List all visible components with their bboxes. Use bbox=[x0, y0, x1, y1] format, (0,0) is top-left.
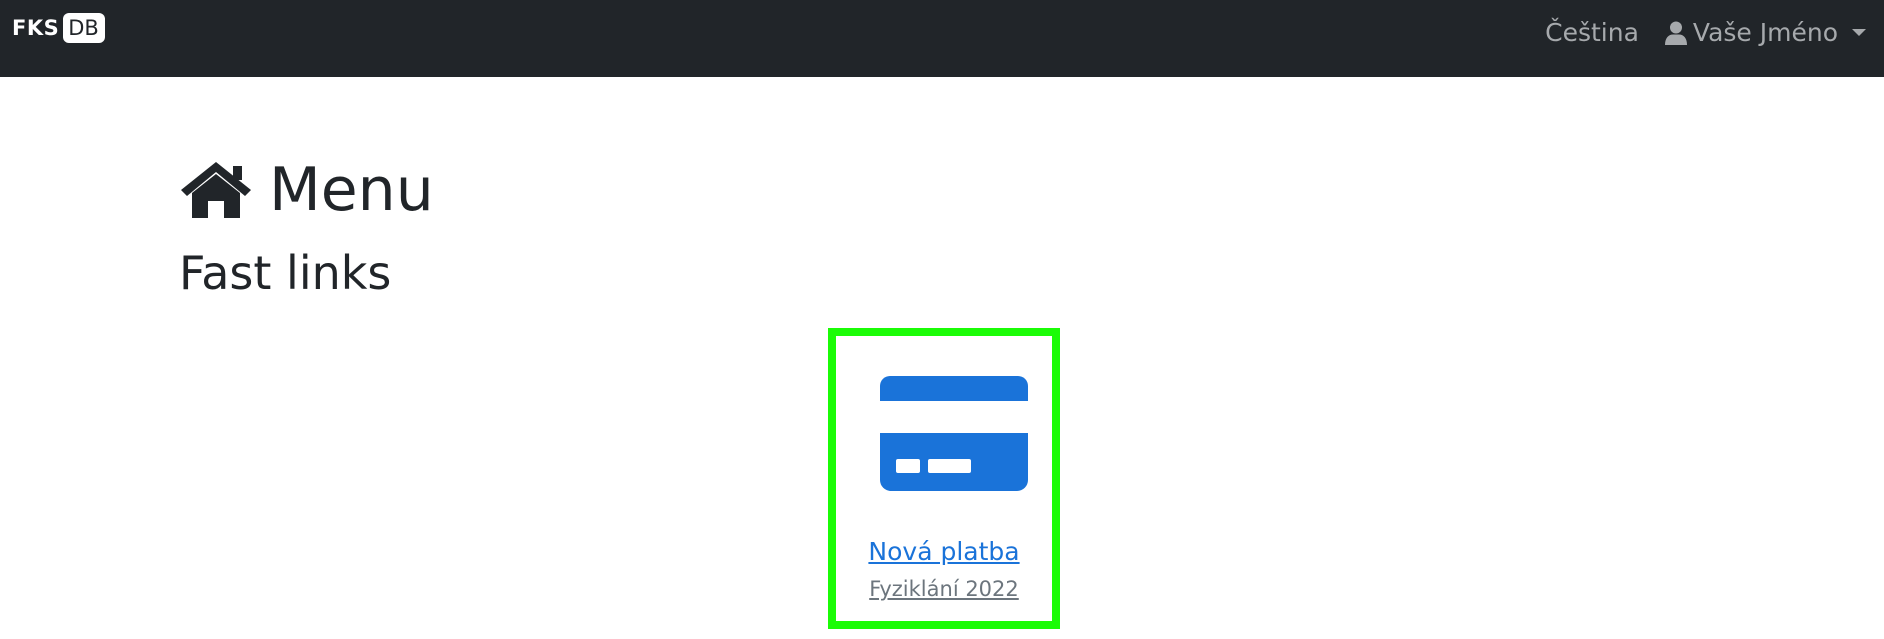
page-title-text: Menu bbox=[269, 155, 434, 225]
brand-logo-fks: FKS bbox=[12, 16, 60, 40]
top-navbar: FKS DB Čeština Vaše Jméno bbox=[0, 0, 1884, 77]
home-icon bbox=[181, 162, 251, 218]
fast-link-new-payment[interactable]: Nová platba Fyziklání 2022 bbox=[828, 328, 1060, 629]
fast-link-title[interactable]: Nová platba bbox=[836, 536, 1052, 568]
language-switch-link[interactable]: Čeština bbox=[1545, 18, 1639, 47]
section-title: Fast links bbox=[179, 246, 392, 300]
user-name: Vaše Jméno bbox=[1692, 18, 1838, 47]
navbar-right: Čeština Vaše Jméno bbox=[1545, 0, 1884, 63]
credit-card-icon[interactable] bbox=[880, 376, 1028, 491]
brand-logo[interactable]: FKS DB bbox=[12, 13, 105, 43]
brand-logo-db: DB bbox=[63, 13, 105, 43]
user-icon bbox=[1664, 21, 1687, 45]
caret-down-icon bbox=[1852, 29, 1866, 36]
user-menu-toggle[interactable]: Vaše Jméno bbox=[1664, 18, 1866, 47]
page-title: Menu bbox=[179, 150, 434, 230]
fast-link-subtitle[interactable]: Fyziklání 2022 bbox=[836, 575, 1052, 603]
